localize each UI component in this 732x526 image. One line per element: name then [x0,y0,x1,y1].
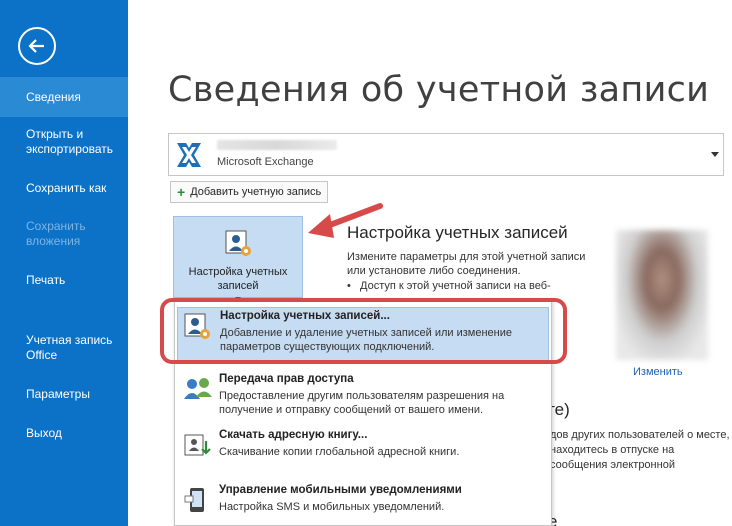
avatar [616,230,708,360]
nav-item-info[interactable]: Сведения [0,77,128,117]
menu-item-title: Скачать адресную книгу... [219,429,368,441]
nav-item-save-as[interactable]: Сохранить как [0,181,128,196]
account-settings-button[interactable]: Настройка учетных записей ▾ [173,216,303,306]
menu-item-account-settings[interactable]: Настройка учетных записей... Добавление … [177,307,549,361]
menu-item-description: Скачивание копии глобальной адресной кни… [219,446,460,458]
delegate-users-icon [184,378,212,399]
nav-item-open-export[interactable]: Открыть и экспортировать [0,127,128,157]
account-settings-label: Настройка учетных записей [188,266,288,292]
menu-item-description: Настройка SMS и мобильных уведомлений. [219,501,445,513]
add-account-button[interactable]: + Добавить учетную запись [170,181,329,203]
menu-item-download-address-book[interactable]: Скачать адресную книгу... Скачивание коп… [177,427,549,477]
menu-item-mobile-notifications[interactable]: Управление мобильными уведомлениями Наст… [177,482,549,522]
back-button[interactable] [18,27,56,65]
menu-item-title: Настройка учетных записей... [220,310,390,322]
change-photo-link[interactable]: Изменить [633,366,683,378]
account-email-blurred [217,140,337,150]
address-book-download-icon [184,434,211,456]
section-description: Измените параметры для этой учетной запи… [347,251,586,277]
exchange-icon [174,140,204,170]
account-settings-menu: Настройка учетных записей... Добавление … [174,298,552,526]
arrow-left-icon [28,39,44,53]
account-selector[interactable]: Microsoft Exchange [168,133,724,176]
section-bullet-text: Доступ к этой учетной записи на веб- [360,280,551,292]
backstage-nav: Сведения Открыть и экспортировать Сохран… [0,0,128,526]
plus-icon: + [177,184,186,200]
mobile-phone-icon [184,488,204,512]
menu-item-description: Добавление и удаление учетных записей ил… [220,327,512,353]
menu-item-description: Предоставление другим пользователям разр… [219,390,505,416]
account-type: Microsoft Exchange [217,156,314,168]
nav-item-options[interactable]: Параметры [0,387,128,402]
chevron-down-icon [711,152,719,157]
menu-item-title: Управление мобильными уведомлениями [219,484,462,496]
nav-item-office-account[interactable]: Учетная запись Office [0,333,128,363]
nav-item-exit[interactable]: Выход [0,426,128,441]
nav-item-save-attachments: Сохранить вложения [26,219,86,248]
account-settings-icon [225,230,251,256]
nav-item-print[interactable]: Печать [0,273,128,288]
page-title: Сведения об учетной записи [168,70,710,110]
menu-item-title: Передача прав доступа [219,373,354,385]
background-text-fragment: дов других пользователей о месте, находи… [550,429,730,471]
section-bullet: • Доступ к этой учетной записи на веб- [347,280,551,292]
menu-item-delegate-access[interactable]: Передача прав доступа Предоставление дру… [177,371,549,421]
section-title: Настройка учетных записей [347,223,568,242]
account-settings-icon [184,313,210,339]
add-account-label: Добавить учетную запись [190,186,322,198]
